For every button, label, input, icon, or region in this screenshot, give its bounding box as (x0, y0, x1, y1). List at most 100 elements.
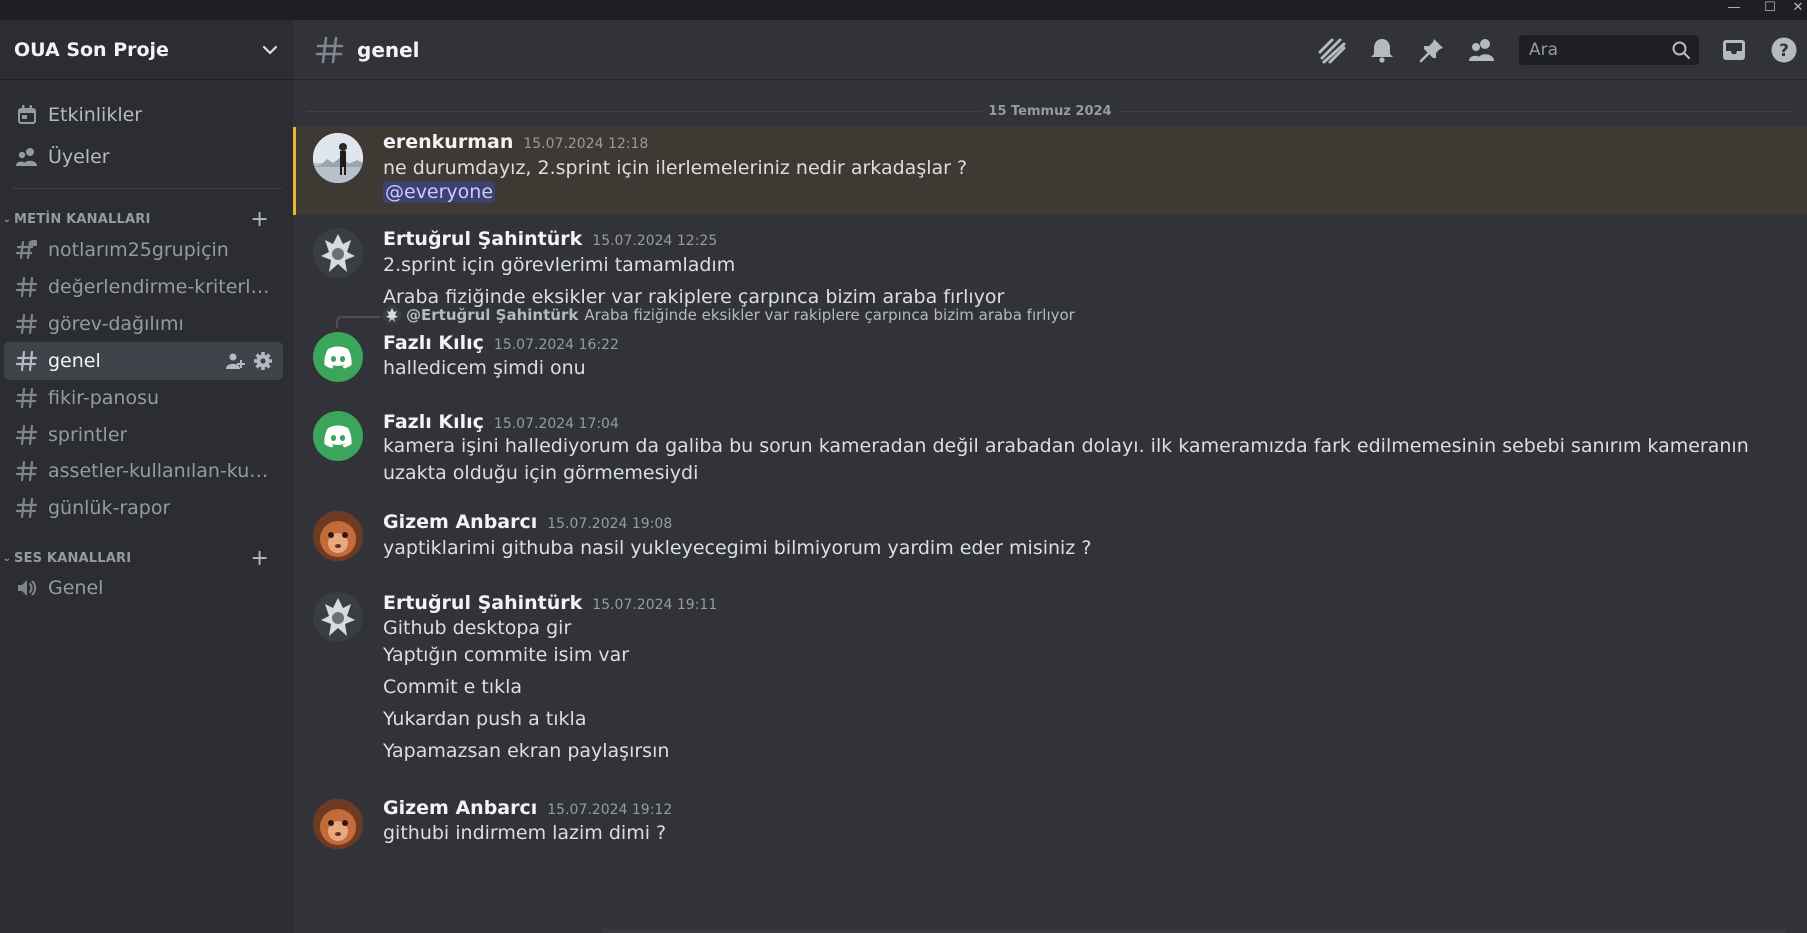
message-text: Yukardan push a tıkla (383, 708, 587, 730)
avatar[interactable] (313, 133, 363, 183)
message-author[interactable]: Fazlı Kılıç (383, 332, 484, 354)
window-titlebar: — ☐ ✕ (0, 0, 1807, 20)
members-icon (14, 144, 40, 170)
inbox-icon[interactable] (1719, 35, 1749, 65)
add-voice-channel-button[interactable]: + (250, 546, 269, 571)
hash-icon (14, 348, 40, 374)
channel-sidebar: OUA Son Proje Etkinlikler Üyeler ⌄ METİN… (0, 20, 293, 933)
avatar[interactable] (313, 592, 363, 642)
everyone-mention[interactable]: @everyone (383, 181, 496, 203)
sidebar-item-events[interactable]: Etkinlikler (4, 96, 283, 134)
voice-channel-genel[interactable]: Genel (4, 569, 283, 607)
threads-icon[interactable] (1317, 35, 1347, 65)
message-text: halledicem şimdi onu (383, 357, 586, 379)
message[interactable]: Ertuğrul Şahintürk 15.07.2024 12:25 2.sp… (293, 202, 1807, 308)
category-label: METİN KANALLARI (14, 211, 151, 227)
channel-sprintler[interactable]: sprintler (4, 416, 283, 454)
message-author[interactable]: Gizem Anbarcı (383, 511, 537, 533)
minimize-button[interactable]: — (1722, 0, 1746, 20)
channel-assetler[interactable]: assetler-kullanılan-kullanılmayan (4, 452, 283, 490)
message-author[interactable]: Fazlı Kılıç (383, 411, 484, 433)
bell-icon[interactable] (1367, 35, 1397, 65)
channel-label: günlük-rapor (48, 497, 171, 519)
search-box[interactable] (1519, 35, 1699, 65)
search-icon (1672, 41, 1691, 60)
reply-reference[interactable]: @Ertuğrul Şahintürk Araba fiziğinde eksi… (383, 306, 1075, 324)
sidebar-item-label: Üyeler (48, 146, 110, 168)
reply-preview: Araba fiziğinde eksikler var rakiplere ç… (584, 306, 1075, 324)
message-text: kamera işini hallediyorum da galiba bu s… (383, 435, 1749, 484)
channel-notlarim25grupicin[interactable]: notlarım25grupiçin (4, 231, 283, 269)
message-list: 15 Temmuz 2024 erenkurman 15.07.2024 12:… (293, 80, 1807, 933)
channel-title: genel (357, 37, 420, 62)
message[interactable]: Gizem Anbarcı 15.07.2024 19:08 yaptiklar… (293, 492, 1807, 572)
category-text-channels[interactable]: ⌄ METİN KANALLARI + (0, 207, 283, 232)
discord-avatar[interactable] (313, 332, 363, 382)
server-header[interactable]: OUA Son Proje (0, 20, 293, 80)
message[interactable]: Ertuğrul Şahintürk 15.07.2024 19:11 Gith… (293, 572, 1807, 762)
message[interactable]: Gizem Anbarcı 15.07.2024 19:12 githubi i… (293, 772, 1807, 872)
channel-actions (225, 351, 273, 371)
message-timestamp: 15.07.2024 12:18 (523, 136, 649, 152)
avatar[interactable] (313, 228, 363, 278)
chevron-down-icon: ⌄ (2, 213, 12, 225)
message-timestamp: 15.07.2024 19:08 (547, 516, 673, 532)
reply-spine (336, 316, 380, 328)
message-author[interactable]: Ertuğrul Şahintürk (383, 228, 582, 250)
message-timestamp: 15.07.2024 12:25 (592, 233, 718, 249)
message-author[interactable]: erenkurman (383, 131, 513, 153)
channel-gunluk-rapor[interactable]: günlük-rapor (4, 489, 283, 527)
gear-icon[interactable] (253, 351, 273, 371)
avatar (383, 306, 401, 324)
add-channel-button[interactable]: + (250, 207, 269, 232)
date-divider: 15 Temmuz 2024 (307, 104, 1794, 119)
message-text: githubi indirmem lazim dimi ? (383, 822, 667, 844)
channel-label: fikir-panosu (48, 387, 160, 409)
members-icon[interactable] (1467, 35, 1497, 65)
chevron-down-icon (262, 45, 278, 55)
invite-member-icon[interactable] (225, 351, 245, 371)
avatar[interactable] (313, 799, 363, 849)
svg-text:?: ? (1779, 41, 1789, 61)
channel-fikir-panosu[interactable]: fikir-panosu (4, 379, 283, 417)
speaker-icon (14, 575, 40, 601)
hash-icon (14, 311, 40, 337)
sidebar-item-members[interactable]: Üyeler (4, 138, 283, 176)
avatar[interactable] (313, 511, 363, 561)
hash-icon (14, 274, 40, 300)
message-timestamp: 15.07.2024 19:11 (592, 597, 718, 613)
maximize-button[interactable]: ☐ (1758, 0, 1782, 20)
message-text: Yapamazsan ekran paylaşırsın (383, 740, 670, 762)
hash-icon (14, 458, 40, 484)
message-timestamp: 15.07.2024 19:12 (547, 802, 673, 818)
locked-hash-icon (14, 237, 40, 263)
message-text: Yaptığın commite isim var (383, 644, 630, 666)
channel-degerlendirme-kriterleri[interactable]: değerlendirme-kriterleri (4, 268, 283, 306)
channel-label: assetler-kullanılan-kullanılmayan (48, 460, 273, 482)
message-text: ne durumdayız, 2.sprint için ilerlemeler… (383, 157, 968, 179)
message[interactable]: Fazlı Kılıç 15.07.2024 17:04 kamera işin… (293, 392, 1807, 492)
message[interactable]: @Ertuğrul Şahintürk Araba fiziğinde eksi… (293, 302, 1807, 392)
channel-genel[interactable]: genel (4, 342, 283, 380)
hash-icon (315, 36, 344, 63)
message-text: Commit e tıkla (383, 676, 523, 698)
hash-icon (14, 385, 40, 411)
sidebar-divider (12, 188, 282, 189)
message-text: 2.sprint için görevlerimi tamamladım (383, 254, 736, 276)
search-input[interactable] (1527, 39, 1671, 61)
pin-icon[interactable] (1417, 35, 1447, 65)
channel-gorev-dagilimi[interactable]: görev-dağılımı (4, 305, 283, 343)
channel-label: notlarım25grupiçin (48, 239, 229, 261)
discord-avatar[interactable] (313, 411, 363, 461)
message-author[interactable]: Ertuğrul Şahintürk (383, 592, 582, 614)
chevron-down-icon: ⌄ (2, 552, 12, 564)
message-timestamp: 15.07.2024 17:04 (493, 416, 619, 432)
close-window-button[interactable]: ✕ (1786, 0, 1807, 20)
sidebar-item-label: Etkinlikler (48, 104, 143, 126)
hash-icon (14, 495, 40, 521)
header-toolbar: ? (1297, 20, 1807, 80)
help-icon[interactable]: ? (1769, 35, 1799, 65)
category-voice-channels[interactable]: ⌄ SES KANALLARI + (0, 546, 283, 571)
message-author[interactable]: Gizem Anbarcı (383, 797, 537, 819)
message-timestamp: 15.07.2024 16:22 (493, 337, 619, 353)
